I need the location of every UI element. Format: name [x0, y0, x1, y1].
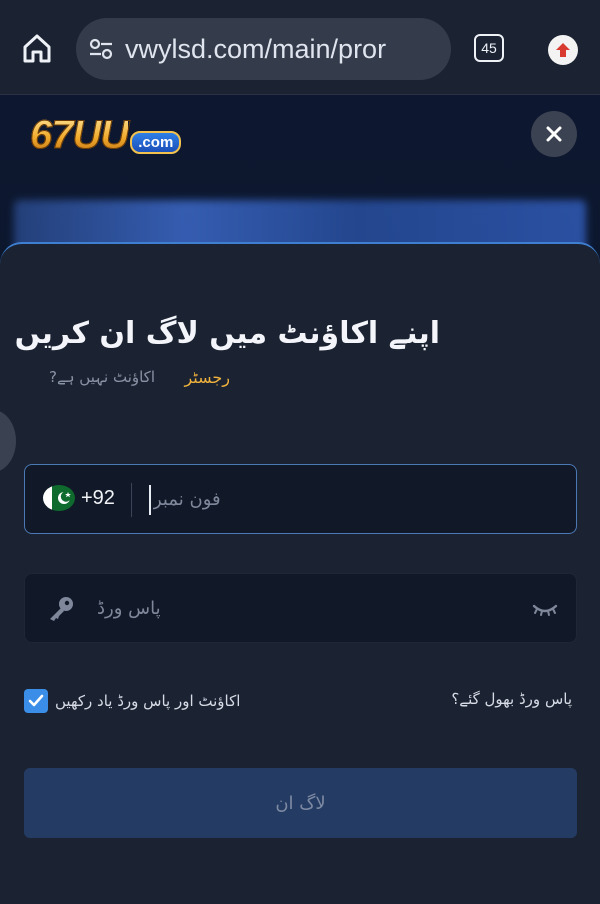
close-button[interactable]	[531, 111, 577, 157]
pakistan-flag-icon[interactable]	[43, 485, 75, 511]
password-field[interactable]	[24, 573, 577, 643]
key-icon	[47, 596, 75, 622]
site-settings-icon[interactable]	[88, 37, 114, 61]
country-code[interactable]: +92	[81, 487, 115, 510]
password-input[interactable]	[95, 574, 515, 642]
logo-suffix: .com	[130, 130, 182, 154]
address-bar[interactable]: vwylsd.com/main/pror	[76, 18, 451, 80]
login-button[interactable]: لاگ ان	[24, 768, 577, 838]
phone-field[interactable]: +92	[24, 464, 577, 534]
browser-toolbar: vwylsd.com/main/pror 45	[0, 0, 600, 95]
login-title: اپنے اکاؤنٹ میں لاگ ان کریں	[14, 316, 440, 351]
url-text[interactable]: vwylsd.com/main/pror	[125, 34, 386, 65]
brand-logo: 67UU .com	[29, 112, 182, 158]
tab-switcher-button[interactable]: 45	[474, 34, 504, 62]
remember-me[interactable]: اکاؤنٹ اور پاس ورڈ یاد رکھیں	[24, 688, 240, 714]
phone-input[interactable]	[151, 465, 561, 533]
logo-number: 67UU	[29, 112, 129, 157]
no-account-text: اکاؤنٹ نہیں ہے?	[48, 368, 155, 386]
register-link[interactable]: رجسٹر	[184, 368, 230, 387]
remember-label[interactable]: اکاؤنٹ اور پاس ورڈ یاد رکھیں	[55, 692, 240, 710]
forgot-password-link[interactable]: پاس ورڈ بھول گئے؟	[451, 690, 572, 708]
hide-password-icon[interactable]	[532, 600, 558, 618]
update-arrow-icon[interactable]	[548, 35, 578, 65]
remember-checkbox[interactable]	[24, 689, 48, 713]
register-prompt: اکاؤنٹ نہیں ہے? رجسٹر	[49, 368, 470, 392]
home-icon[interactable]	[20, 31, 54, 65]
field-divider	[131, 483, 132, 517]
checkmark-icon	[28, 694, 44, 707]
close-icon	[546, 126, 562, 142]
